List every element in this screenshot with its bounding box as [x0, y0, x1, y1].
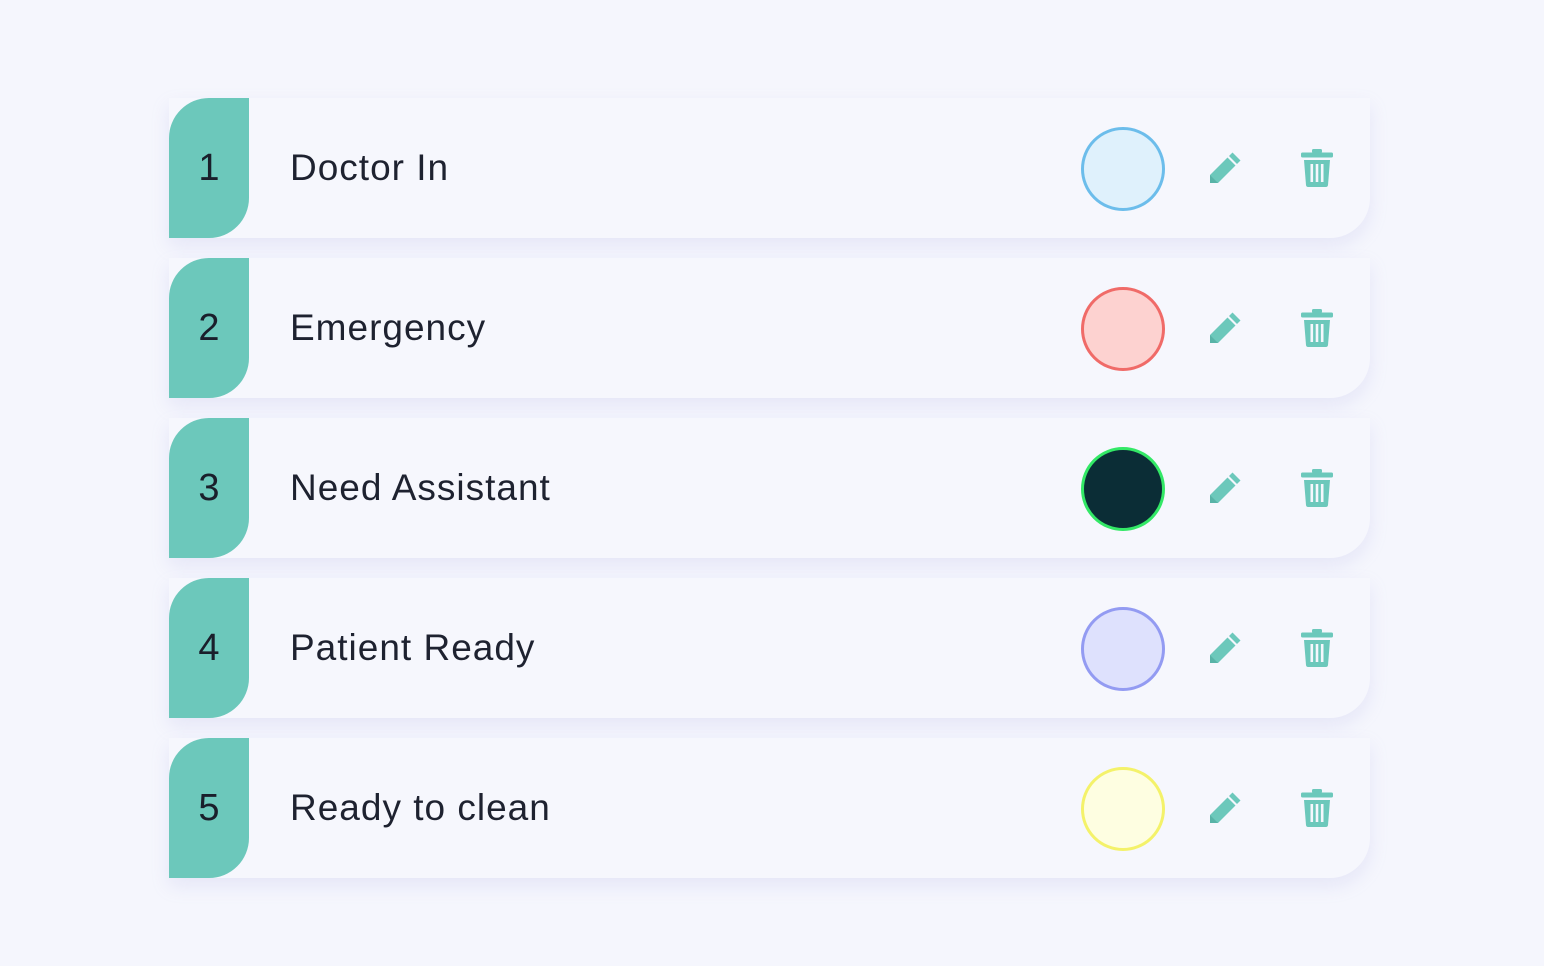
list-item: 5 Ready to clean: [169, 738, 1370, 878]
color-swatch[interactable]: [1081, 287, 1165, 371]
item-number: 5: [198, 787, 220, 829]
list-item: 2 Emergency: [169, 258, 1370, 398]
item-label: Emergency: [290, 307, 487, 348]
item-label: Ready to clean: [290, 787, 551, 828]
pencil-icon[interactable]: [1203, 466, 1247, 510]
trash-icon[interactable]: [1295, 626, 1339, 670]
color-swatch[interactable]: [1081, 127, 1165, 211]
item-number: 2: [198, 307, 220, 349]
status-list: 1 Doctor In 2 Emergency 3 Need Assistant…: [169, 98, 1370, 898]
pencil-icon[interactable]: [1203, 786, 1247, 830]
color-swatch[interactable]: [1081, 767, 1165, 851]
pencil-icon[interactable]: [1203, 306, 1247, 350]
list-item: 4 Patient Ready: [169, 578, 1370, 718]
trash-icon[interactable]: [1295, 306, 1339, 350]
pencil-icon[interactable]: [1203, 626, 1247, 670]
color-swatch[interactable]: [1081, 447, 1165, 531]
list-item: 3 Need Assistant: [169, 418, 1370, 558]
item-label: Doctor In: [290, 147, 450, 188]
list-item: 1 Doctor In: [169, 98, 1370, 238]
color-swatch[interactable]: [1081, 607, 1165, 691]
trash-icon[interactable]: [1295, 786, 1339, 830]
trash-icon[interactable]: [1295, 146, 1339, 190]
item-label: Patient Ready: [290, 627, 536, 668]
item-number: 1: [198, 147, 220, 189]
item-number: 3: [198, 467, 220, 509]
item-number: 4: [198, 627, 220, 669]
pencil-icon[interactable]: [1203, 146, 1247, 190]
trash-icon[interactable]: [1295, 466, 1339, 510]
item-label: Need Assistant: [290, 467, 551, 508]
